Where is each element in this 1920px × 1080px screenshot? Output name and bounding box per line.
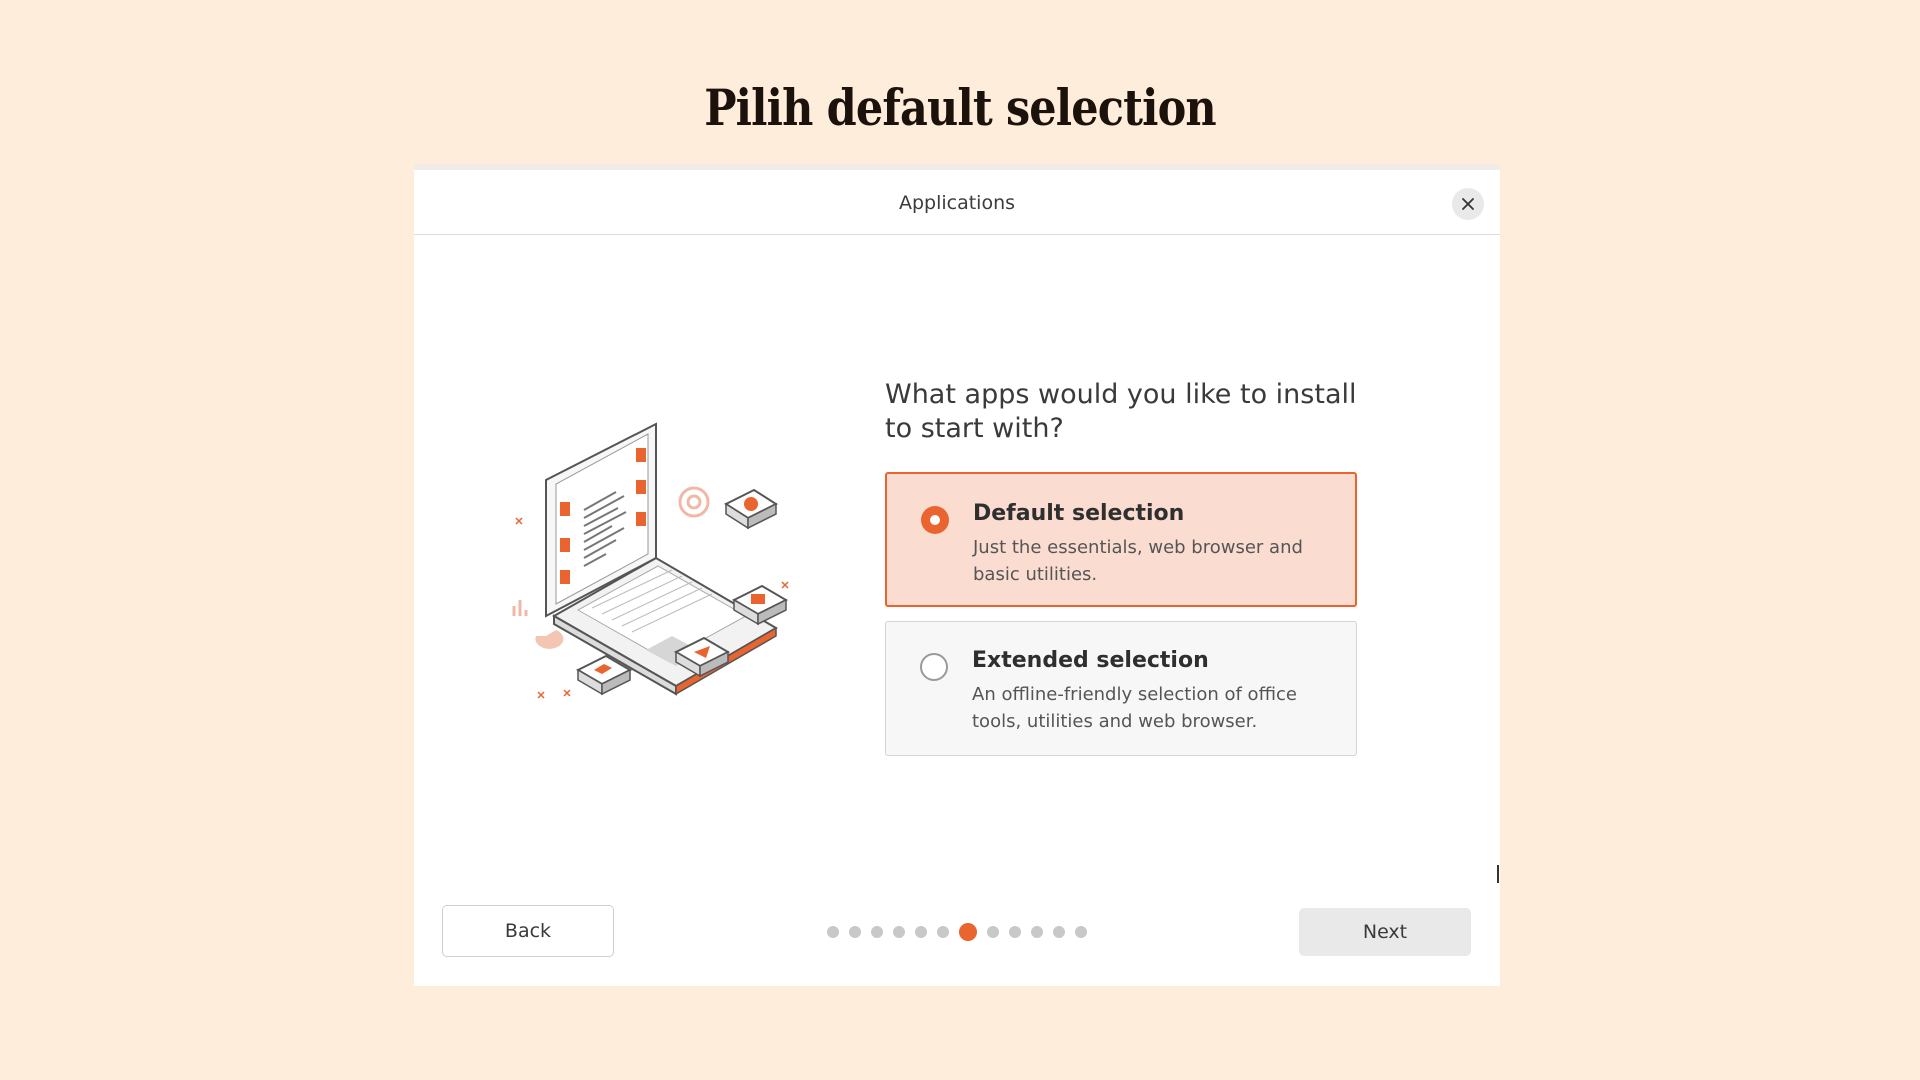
step-dot [893, 926, 905, 938]
step-dot [849, 926, 861, 938]
back-button[interactable]: Back [442, 905, 614, 957]
close-icon [1462, 198, 1474, 210]
step-dot [987, 926, 999, 938]
step-dot [1053, 926, 1065, 938]
extended-selection-radio[interactable] [920, 653, 948, 681]
laptop-apps-illustration [512, 422, 789, 699]
slide-title: Pilih default selection [704, 78, 1216, 137]
step-dot [1031, 926, 1043, 938]
dialog-title: Applications [898, 192, 1016, 214]
option-description: An offline-friendly selection of office … [972, 684, 1297, 732]
step-dot [827, 926, 839, 938]
option-extended-selection[interactable]: Extended selection An offline-friendly s… [885, 621, 1357, 756]
next-button[interactable]: Next [1299, 908, 1471, 956]
step-dot [1075, 926, 1087, 938]
step-indicator [827, 922, 1087, 942]
step-dot [871, 926, 883, 938]
question-heading: What apps would you like to install to s… [885, 379, 1357, 444]
step-dot [937, 926, 949, 938]
option-title: Default selection [973, 501, 1185, 526]
default-selection-radio[interactable] [921, 506, 949, 534]
step-dot [915, 926, 927, 938]
close-button[interactable] [1452, 188, 1484, 220]
option-title: Extended selection [972, 648, 1209, 673]
option-default-selection[interactable]: Default selection Just the essentials, w… [885, 472, 1357, 607]
dialog-header: Applications [414, 170, 1500, 235]
option-description: Just the essentials, web browser and bas… [973, 537, 1303, 585]
applications-dialog: Applications What apps would you like to… [414, 170, 1500, 986]
step-dot [1009, 926, 1021, 938]
step-dot-active [959, 923, 977, 941]
resize-cursor [1497, 865, 1499, 883]
